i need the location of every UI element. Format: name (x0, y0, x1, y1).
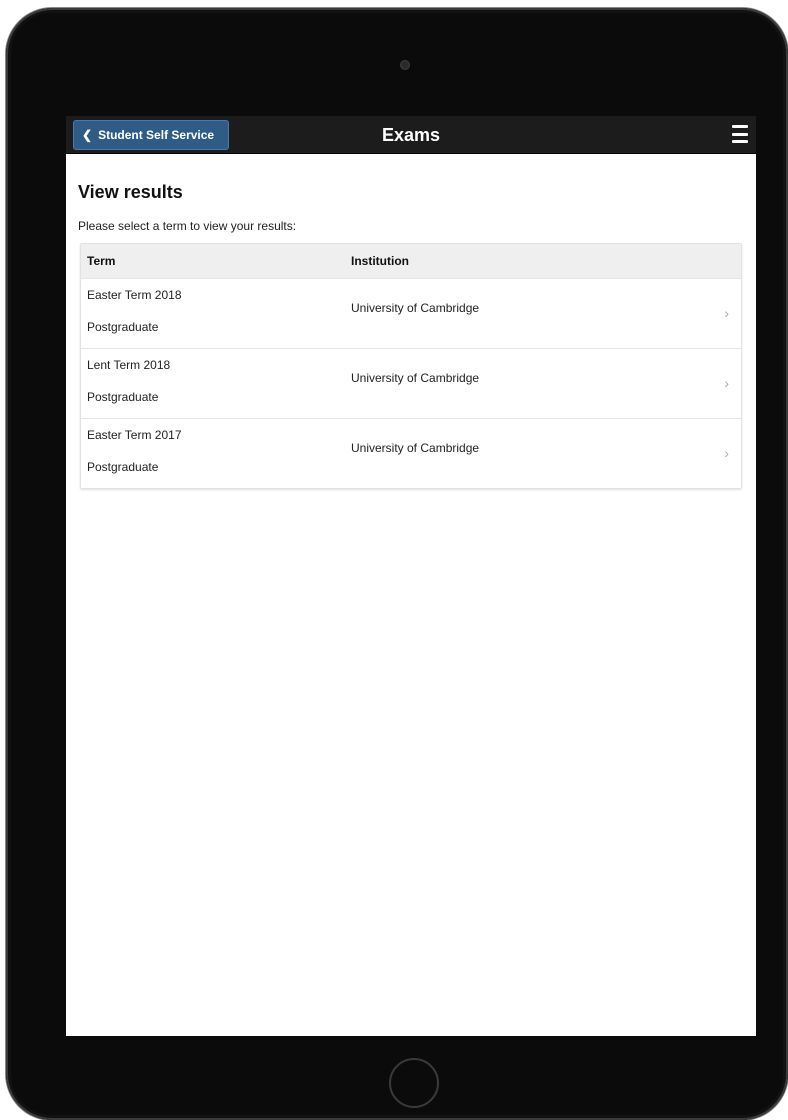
term-level: Postgraduate (87, 389, 159, 404)
institution-cell: University of Cambridge (351, 370, 480, 385)
top-navigation-bar: ❮ Student Self Service Exams (66, 116, 756, 154)
table-header: Term Institution (81, 244, 741, 278)
table-row[interactable]: Easter Term 2017 Postgraduate University… (81, 418, 741, 488)
column-header-institution: Institution (351, 254, 409, 268)
chevron-right-icon: › (724, 305, 729, 321)
instruction-text: Please select a term to view your result… (78, 219, 297, 233)
term-cell: Easter Term 2018 Postgraduate (81, 288, 351, 334)
tablet-frame: ❮ Student Self Service Exams View result… (6, 8, 788, 1120)
term-name: Lent Term 2018 (87, 357, 171, 372)
term-level: Postgraduate (87, 319, 159, 334)
home-button[interactable] (389, 1058, 439, 1108)
table-row[interactable]: Easter Term 2018 Postgraduate University… (81, 278, 741, 348)
table-row[interactable]: Lent Term 2018 Postgraduate University o… (81, 348, 741, 418)
chevron-right-icon: › (724, 375, 729, 391)
page-title: View results (78, 182, 183, 202)
hamburger-menu-icon[interactable] (732, 125, 748, 143)
term-cell: Easter Term 2017 Postgraduate (81, 428, 351, 474)
term-cell: Lent Term 2018 Postgraduate (81, 358, 351, 404)
back-button-label: Student Self Service (98, 128, 215, 142)
term-name: Easter Term 2018 (87, 287, 182, 302)
results-table: Term Institution Easter Term 2018 Postgr… (80, 243, 742, 489)
main-content: View results Please select a term to vie… (66, 182, 756, 489)
chevron-right-icon: › (724, 445, 729, 461)
camera-dot (400, 60, 410, 70)
term-level: Postgraduate (87, 459, 159, 474)
institution-cell: University of Cambridge (351, 300, 480, 315)
column-header-term: Term (87, 254, 116, 268)
term-name: Easter Term 2017 (87, 427, 182, 442)
app-screen: ❮ Student Self Service Exams View result… (66, 116, 756, 1036)
institution-cell: University of Cambridge (351, 440, 480, 455)
chevron-left-icon: ❮ (82, 128, 93, 142)
back-button[interactable]: ❮ Student Self Service (73, 120, 229, 150)
